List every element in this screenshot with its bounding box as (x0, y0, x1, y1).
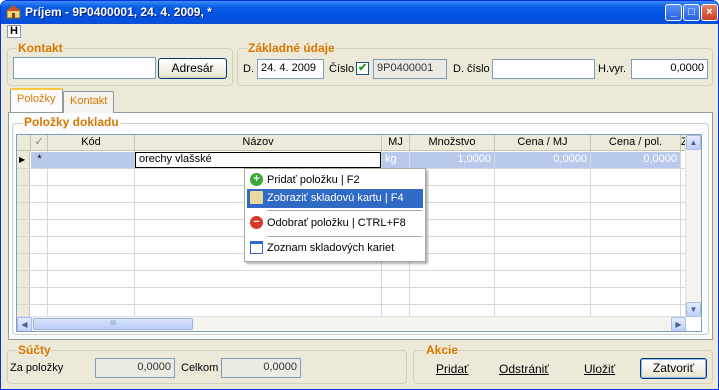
menu-separator (267, 210, 422, 211)
h-menu-button[interactable]: H (7, 25, 21, 38)
grid-header-cena-pol[interactable]: Cena / pol. (591, 135, 681, 151)
grid-header-mj[interactable]: MJ (382, 135, 410, 151)
polozky-dokladu-title: Položky dokladu (23, 115, 120, 129)
hvyr-field[interactable]: 0,0000 (631, 59, 708, 79)
date-label: D. (243, 63, 254, 75)
card-pencil-icon (250, 191, 263, 204)
cell-mj[interactable]: kg (382, 152, 409, 168)
minimize-icon: _ (670, 6, 677, 18)
dcislo-field[interactable] (492, 59, 595, 79)
grid-row-line (17, 304, 686, 305)
grid-header-nazov[interactable]: Názov (135, 135, 382, 151)
cislo-checkbox[interactable] (356, 61, 369, 75)
minimize-button[interactable]: _ (665, 4, 682, 21)
grid-col-line (47, 151, 48, 318)
grid-row-headers (17, 151, 30, 318)
grid-header-check[interactable]: ✓ (31, 135, 48, 151)
vertical-scrollbar[interactable]: ▲ ▼ (685, 135, 701, 317)
menu-separator (267, 236, 422, 237)
sucty-title: Súčty (17, 343, 52, 357)
akcie-title: Akcie (425, 343, 460, 357)
scroll-up-icon[interactable]: ▲ (686, 135, 701, 150)
horizontal-scroll-thumb[interactable]: III (33, 318, 193, 330)
zatvorit-button[interactable]: Zatvoriť (640, 358, 707, 379)
dcislo-label: D. číslo (453, 63, 490, 75)
grid-header-kod[interactable]: Kód (48, 135, 135, 151)
menu-item-zobrazit-kartu[interactable]: Zobraziť skladovú kartu | F4 (247, 189, 423, 208)
window: Príjem - 9P0400001, 24. 4. 2009, * _ □ ×… (0, 0, 719, 390)
celkom-label: Celkom (181, 362, 219, 374)
pridat-button[interactable]: Pridať (436, 362, 469, 376)
scroll-left-icon[interactable]: ◀ (17, 317, 32, 331)
za-polozky-field[interactable]: 0,0000 (95, 358, 175, 378)
grid-header-mnozstvo[interactable]: Množstvo (410, 135, 495, 151)
kontakt-group-title: Kontakt (17, 41, 64, 55)
grid-row-line (17, 270, 686, 271)
row-marker-icon: ▶ (19, 155, 26, 164)
celkom-field[interactable]: 0,0000 (221, 358, 301, 378)
row-flag[interactable]: * (31, 152, 48, 168)
zakladne-udaje-title: Základné údaje (247, 41, 336, 55)
date-field[interactable]: 24. 4. 2009 (257, 59, 324, 79)
ulozit-button[interactable]: Uložiť (584, 362, 615, 376)
maximize-icon: □ (688, 6, 695, 18)
menu-item-zoznam-kariet[interactable]: Zoznam skladových kariet (247, 239, 423, 258)
contact-address-field[interactable] (13, 57, 156, 79)
grid-header-corner (17, 135, 31, 151)
grid-col-line (590, 151, 591, 318)
app-window-icon (6, 5, 21, 19)
grid-col-line (134, 151, 135, 318)
menu-item-label: Pridať položku | F2 (267, 174, 360, 186)
title-bar[interactable]: Príjem - 9P0400001, 24. 4. 2009, * _ □ × (1, 1, 718, 24)
remove-red-icon: − (250, 216, 263, 229)
cell-kod[interactable] (48, 152, 134, 168)
menu-item-odobrat-polozku[interactable]: − Odobrať položku | CTRL+F8 (247, 214, 423, 233)
cell-mnozstvo[interactable]: 1,0000 (410, 152, 494, 168)
cell-cena-pol[interactable]: 0,0000 (591, 152, 680, 168)
menu-item-label: Odobrať položku | CTRL+F8 (267, 217, 406, 229)
cislo-field[interactable]: 9P0400001 (373, 59, 447, 79)
menu-item-label: Zoznam skladových kariet (267, 242, 395, 254)
cell-nazov-editor[interactable]: orechy vlašské (135, 152, 381, 168)
grid-col-line (680, 151, 681, 318)
maximize-button[interactable]: □ (683, 4, 700, 21)
grid-header-cena-mj[interactable]: Cena / MJ (495, 135, 591, 151)
window-list-icon (250, 241, 263, 254)
odstranit-label: Odstrániť (499, 362, 549, 376)
tab-kontakt[interactable]: Kontakt (63, 91, 115, 113)
pridat-label: Pridať (436, 362, 469, 376)
tab-polozky[interactable]: Položky (10, 88, 63, 112)
menu-item-label: Zobraziť skladovú kartu | F4 (267, 192, 404, 204)
context-menu: + Pridať položku | F2 Zobraziť skladovú … (244, 168, 426, 262)
ulozit-label: Uložiť (584, 362, 616, 376)
grid-col-line (494, 151, 495, 318)
cell-cena-mj[interactable]: 0,0000 (495, 152, 590, 168)
cislo-label: Číslo (329, 63, 355, 75)
adresar-button[interactable]: Adresár (158, 58, 227, 79)
za-polozky-label: Za položky (10, 362, 64, 374)
scroll-down-icon[interactable]: ▼ (686, 302, 701, 317)
hvyr-label: H.vyr. (598, 63, 627, 75)
horizontal-scrollbar[interactable]: ◀ III ▶ (17, 316, 686, 331)
scroll-right-icon[interactable]: ▶ (671, 317, 686, 331)
window-title: Príjem - 9P0400001, 24. 4. 2009, * (25, 5, 212, 19)
close-icon: × (706, 6, 713, 18)
odstranit-button[interactable]: Odstrániť (499, 362, 549, 376)
add-green-icon: + (250, 173, 263, 186)
grid-row-line (17, 287, 686, 288)
menu-item-pridat-polozku[interactable]: + Pridať položku | F2 (247, 171, 423, 190)
close-button[interactable]: × (701, 4, 718, 21)
